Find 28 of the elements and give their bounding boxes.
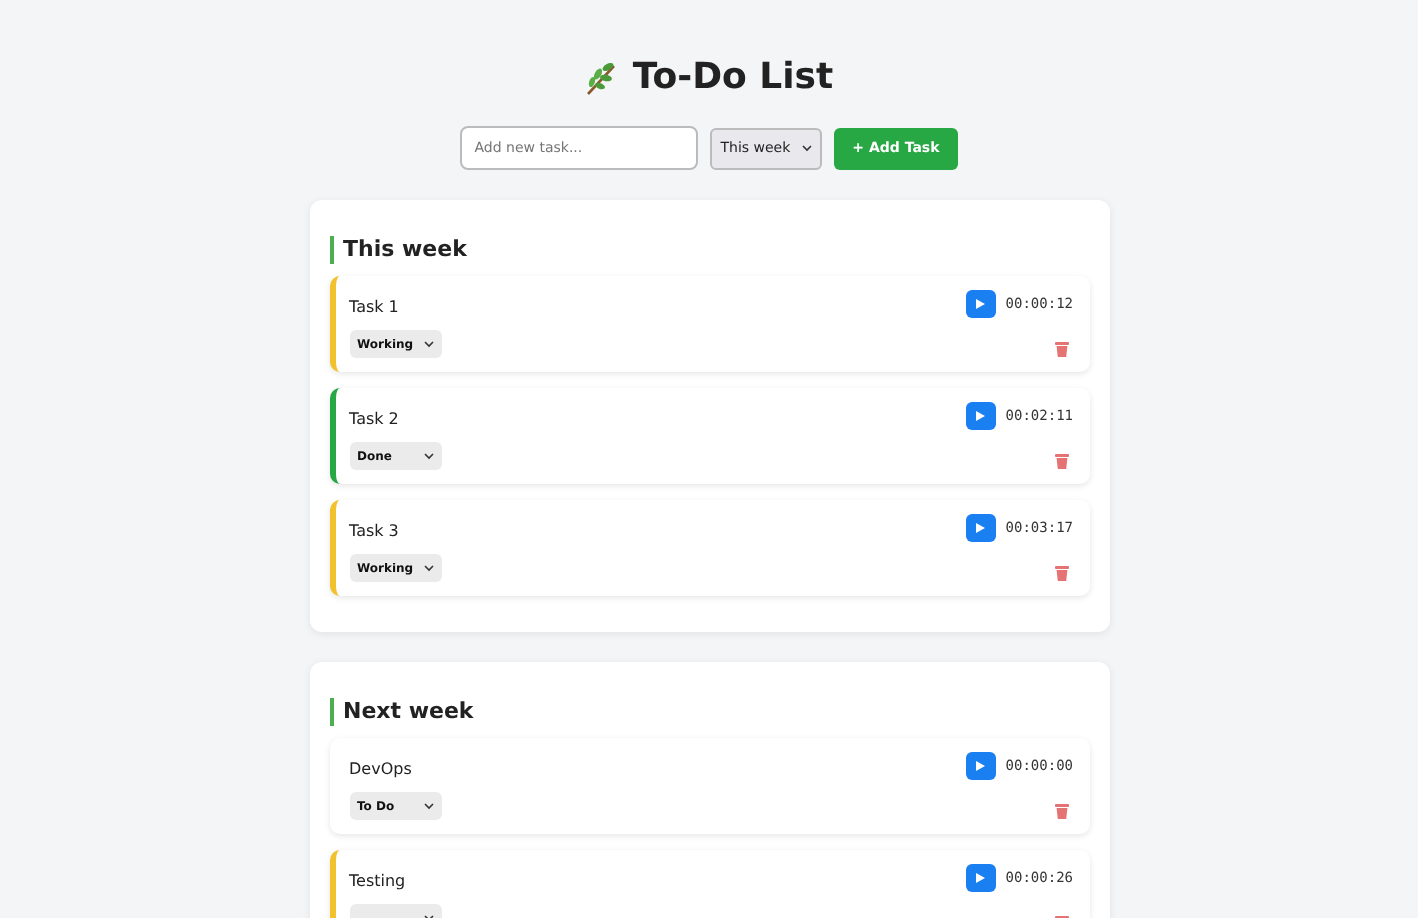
trash-icon[interactable] xyxy=(1053,802,1069,820)
play-icon xyxy=(974,872,987,884)
play-button[interactable] xyxy=(965,514,996,542)
leaf-icon xyxy=(584,59,621,95)
caret-icon xyxy=(423,452,433,460)
play-button[interactable] xyxy=(965,290,996,318)
task-name: Task 1 xyxy=(349,298,399,316)
caret-icon xyxy=(802,144,813,152)
caret-icon xyxy=(423,564,433,572)
trash-icon[interactable] xyxy=(1053,452,1069,470)
page-title: To-Do List xyxy=(632,56,834,98)
play-icon xyxy=(974,298,987,310)
task-name: Task 2 xyxy=(349,410,399,428)
task-name: Task 3 xyxy=(349,522,399,540)
trash-icon[interactable] xyxy=(1053,340,1069,358)
task-name: Testing xyxy=(349,872,406,890)
task-name: DevOps xyxy=(349,760,412,778)
play-icon xyxy=(974,522,987,534)
play-button[interactable] xyxy=(965,402,996,430)
week-heading: This week xyxy=(329,236,1089,264)
play-button[interactable] xyxy=(965,752,996,780)
caret-icon xyxy=(423,802,433,810)
play-button[interactable] xyxy=(965,864,996,892)
week-heading: Next week xyxy=(329,698,1089,726)
play-icon xyxy=(974,410,987,422)
play-icon xyxy=(974,760,987,772)
caret-icon xyxy=(423,340,433,348)
trash-icon[interactable] xyxy=(1053,564,1069,582)
